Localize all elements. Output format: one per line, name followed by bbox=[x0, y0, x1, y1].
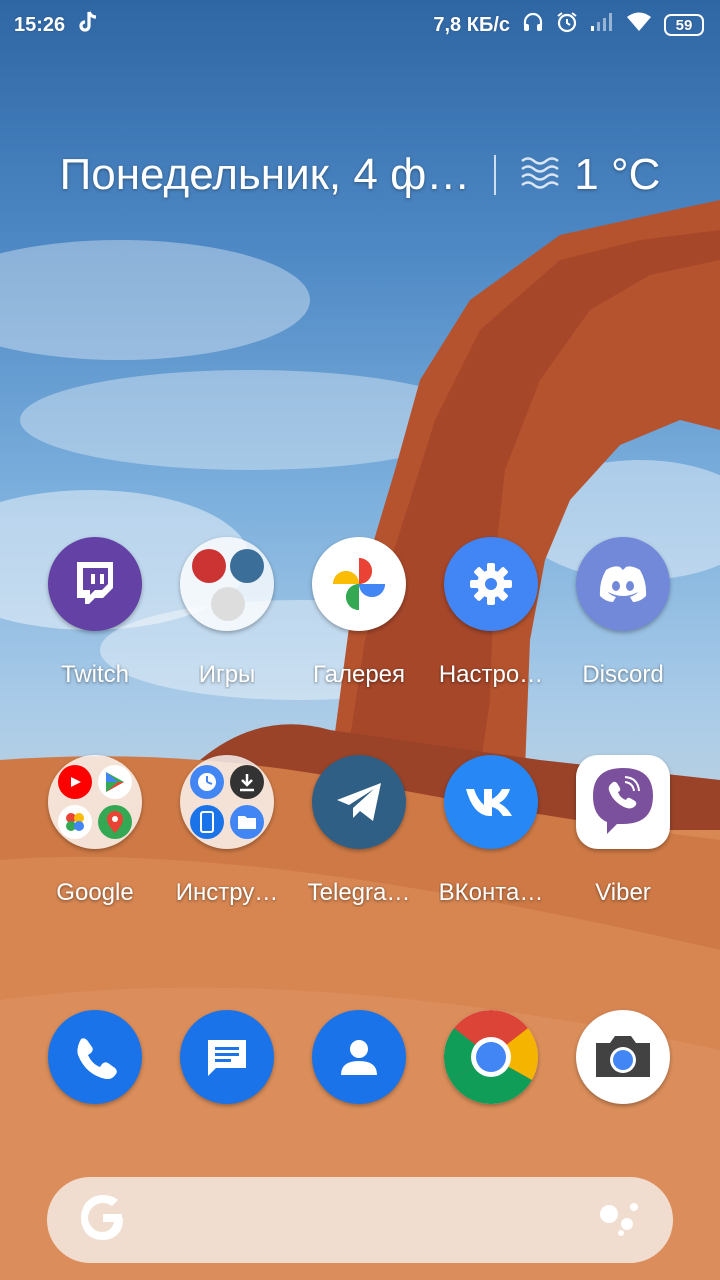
app-label: Игры bbox=[198, 661, 256, 688]
downloads-icon bbox=[230, 765, 264, 799]
youtube-icon bbox=[58, 765, 92, 799]
clock-app-icon bbox=[190, 765, 224, 799]
game-icon bbox=[192, 549, 226, 583]
twitch-icon bbox=[48, 537, 142, 631]
fog-icon bbox=[520, 150, 560, 200]
status-bar: 15:26 7,8 КБ/с 59 bbox=[0, 0, 720, 50]
dock-camera[interactable] bbox=[557, 1010, 689, 1104]
app-label: Telegra… bbox=[307, 879, 411, 906]
google-logo-icon[interactable] bbox=[77, 1192, 129, 1249]
app-twitch[interactable]: Twitch bbox=[29, 537, 161, 689]
app-label: Google bbox=[56, 879, 134, 906]
files-icon bbox=[230, 805, 264, 839]
photos-mini-icon bbox=[58, 805, 92, 839]
signal-icon bbox=[590, 12, 614, 38]
asphalt-icon bbox=[211, 587, 245, 621]
weather[interactable]: 1 °C bbox=[520, 150, 660, 200]
app-vk[interactable]: ВКонта… bbox=[425, 755, 557, 907]
viber-icon bbox=[576, 755, 670, 849]
headphones-icon bbox=[522, 11, 544, 39]
settings-icon bbox=[444, 537, 538, 631]
phone-icon bbox=[48, 1010, 142, 1104]
app-discord[interactable]: Discord bbox=[557, 537, 689, 689]
contacts-icon bbox=[312, 1010, 406, 1104]
discord-icon bbox=[576, 537, 670, 631]
messages-icon bbox=[180, 1010, 274, 1104]
at-a-glance-widget[interactable]: Понедельник, 4 ф… 1 °C bbox=[0, 145, 720, 205]
app-label: Twitch bbox=[60, 661, 129, 688]
app-row-2: Google Инстру… Telegra… ВКонта… Viber bbox=[0, 755, 720, 907]
wifi-icon bbox=[626, 12, 652, 38]
pubg-icon bbox=[230, 549, 264, 583]
telegram-icon bbox=[312, 755, 406, 849]
maps-icon bbox=[98, 805, 132, 839]
dock bbox=[0, 1010, 720, 1104]
dock-phone[interactable] bbox=[29, 1010, 161, 1104]
app-folder-google[interactable]: Google bbox=[29, 755, 161, 907]
app-row-1: Twitch Игры Галерея Настро… Discord bbox=[0, 537, 720, 689]
app-folder-games[interactable]: Игры bbox=[161, 537, 293, 689]
dock-chrome[interactable] bbox=[425, 1010, 557, 1104]
app-folder-tools[interactable]: Инстру… bbox=[161, 755, 293, 907]
clock: 15:26 bbox=[14, 13, 66, 36]
divider bbox=[494, 155, 497, 195]
google-assistant-icon[interactable] bbox=[597, 1198, 643, 1243]
app-label: Галерея bbox=[312, 661, 406, 688]
phone-manager-icon bbox=[190, 805, 224, 839]
app-settings[interactable]: Настро… bbox=[425, 537, 557, 689]
dock-contacts[interactable] bbox=[293, 1010, 425, 1104]
app-label: Viber bbox=[595, 879, 651, 906]
google-folder-icon bbox=[48, 755, 142, 849]
app-label: Инстру… bbox=[175, 879, 279, 906]
app-telegram[interactable]: Telegra… bbox=[293, 755, 425, 907]
dock-messages[interactable] bbox=[161, 1010, 293, 1104]
google-photos-icon bbox=[312, 537, 406, 631]
vk-icon bbox=[444, 755, 538, 849]
tiktok-notification-icon bbox=[77, 10, 99, 40]
app-label: Discord bbox=[582, 661, 664, 688]
network-speed: 7,8 КБ/с bbox=[433, 13, 510, 36]
temperature: 1 °C bbox=[574, 150, 661, 199]
play-store-icon bbox=[98, 765, 132, 799]
app-label: ВКонта… bbox=[438, 879, 544, 906]
alarm-icon bbox=[556, 11, 578, 39]
games-folder-icon bbox=[180, 537, 274, 631]
tools-folder-icon bbox=[180, 755, 274, 849]
date-text[interactable]: Понедельник, 4 ф… bbox=[60, 150, 471, 200]
app-label: Настро… bbox=[438, 661, 544, 688]
camera-icon bbox=[576, 1010, 670, 1104]
google-search-bar[interactable] bbox=[47, 1177, 673, 1263]
app-viber[interactable]: Viber bbox=[557, 755, 689, 907]
battery-indicator: 59 bbox=[664, 14, 704, 36]
chrome-icon bbox=[444, 1010, 538, 1104]
app-gallery[interactable]: Галерея bbox=[293, 537, 425, 689]
